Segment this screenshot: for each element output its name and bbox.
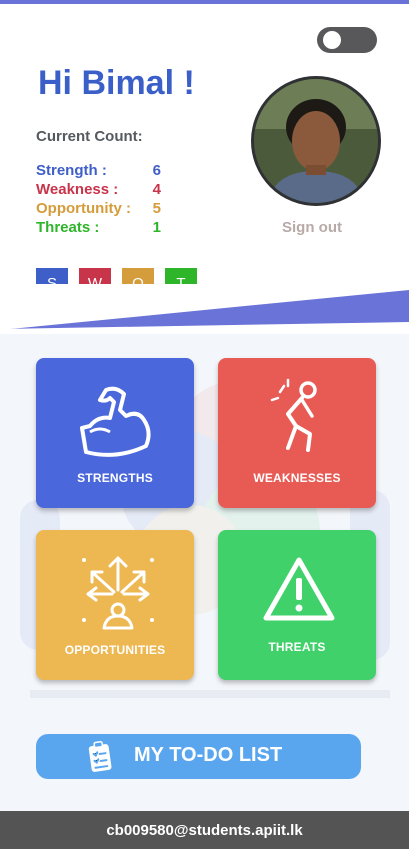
current-count-title: Current Count:	[36, 128, 143, 145]
count-value: 5	[152, 200, 161, 217]
flexed-arm-icon	[80, 386, 151, 457]
count-value: 1	[152, 219, 161, 236]
threats-tile[interactable]: THREATS	[218, 530, 376, 680]
opportunities-tile[interactable]: OPPORTUNITIES	[36, 530, 194, 680]
greeting-title: Hi Bimal !	[38, 64, 195, 102]
count-value: 6	[152, 162, 161, 179]
tired-person-icon	[270, 378, 317, 452]
opportunities-label: OPPORTUNITIES	[64, 643, 166, 657]
header-wedge-shape	[0, 284, 409, 330]
avatar-photo-icon	[254, 79, 378, 203]
count-label: Opportunity :	[36, 200, 131, 217]
avatar	[251, 76, 381, 206]
strengths-label: STRENGTHS	[77, 471, 153, 485]
todo-list-label: MY TO-DO LIST	[134, 744, 283, 766]
weaknesses-label: WEAKNESSES	[253, 471, 341, 485]
todo-list-button[interactable]: MY TO-DO LIST	[36, 734, 361, 779]
weaknesses-tile[interactable]: WEAKNESSES	[218, 358, 376, 508]
strengths-tile[interactable]: STRENGTHS	[36, 358, 194, 508]
footer-bar: cb009580@students.apiit.lk	[0, 811, 409, 849]
count-label: Threats :	[36, 219, 100, 236]
count-label: Strength :	[36, 162, 107, 179]
footer-email: cb009580@students.apiit.lk	[106, 821, 303, 839]
toggle-knob	[323, 31, 341, 49]
threats-label: THREATS	[268, 640, 326, 654]
opportunity-arrows-icon	[82, 556, 154, 630]
sign-out-link[interactable]: Sign out	[282, 219, 342, 236]
theme-toggle[interactable]	[317, 27, 377, 53]
count-value: 4	[152, 181, 161, 198]
warning-triangle-icon	[263, 557, 335, 621]
count-label: Weakness :	[36, 181, 119, 198]
clipboard-icon	[88, 741, 112, 772]
